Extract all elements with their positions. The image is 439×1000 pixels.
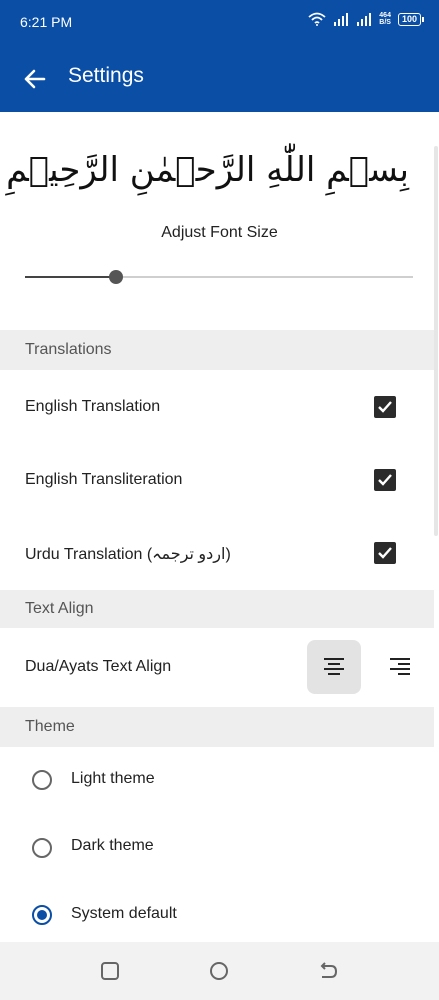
dark-theme-label: Dark theme [71, 837, 154, 854]
circle-icon [210, 962, 228, 980]
slider-fill [25, 276, 117, 278]
text-align-header: Text Align [0, 590, 434, 628]
theme-header: Theme [0, 707, 434, 747]
signal-icon [357, 13, 372, 26]
font-size-label: Adjust Font Size [161, 224, 278, 241]
english-transliteration-checkbox[interactable] [374, 469, 396, 491]
signal-icon [334, 13, 349, 26]
network-speed-unit: B/S [379, 19, 391, 26]
align-center-icon [324, 658, 344, 675]
text-align-label: Dua/Ayats Text Align [25, 658, 172, 675]
translations-header: Translations [0, 330, 434, 370]
align-center-button[interactable] [307, 640, 361, 694]
back-button[interactable] [18, 62, 52, 96]
urdu-translation-label: Urdu Translation (اردو ترجمہ) [25, 546, 231, 563]
arabic-preview-text: بِسۡمِ اللّٰهِ الرَّحۡمٰنِ الرَّحِيۡمِ [6, 150, 409, 190]
recents-button[interactable] [99, 960, 121, 982]
square-icon [101, 962, 119, 980]
page-title: Settings [68, 64, 144, 87]
status-time: 6:21 PM [20, 14, 73, 30]
status-bar: 6:21 PM 464 B/S 100 [0, 0, 439, 44]
system-default-radio[interactable] [32, 905, 52, 925]
english-translation-label: English Translation [25, 398, 161, 415]
font-size-slider[interactable] [25, 268, 413, 286]
app-bar: Settings [0, 44, 439, 112]
network-speed: 464 B/S [379, 12, 391, 26]
english-translation-checkbox[interactable] [374, 396, 396, 418]
english-transliteration-row[interactable]: English Transliteration [0, 460, 434, 500]
battery-icon: 100 [397, 12, 425, 26]
english-translation-row[interactable]: English Translation [0, 387, 434, 427]
align-right-button[interactable] [373, 640, 427, 694]
check-icon [378, 474, 392, 486]
system-default-label: System default [71, 905, 177, 922]
status-icons: 464 B/S 100 [308, 12, 425, 26]
urdu-translation-checkbox[interactable] [374, 542, 396, 564]
check-icon [378, 547, 392, 559]
light-theme-radio[interactable] [32, 770, 52, 790]
align-right-icon [390, 658, 410, 675]
back-arrow-icon [320, 962, 338, 978]
english-transliteration-label: English Transliteration [25, 471, 183, 488]
arrow-left-icon [24, 69, 46, 89]
scrollbar[interactable] [434, 146, 438, 536]
back-nav-button[interactable] [317, 960, 339, 982]
system-nav-bar [0, 942, 439, 1000]
network-speed-value: 464 [379, 12, 391, 19]
urdu-translation-row[interactable]: Urdu Translation (اردو ترجمہ) [0, 533, 434, 573]
check-icon [378, 401, 392, 413]
wifi-icon [308, 12, 326, 26]
dark-theme-radio[interactable] [32, 838, 52, 858]
light-theme-label: Light theme [71, 770, 155, 787]
slider-thumb[interactable] [109, 270, 124, 284]
battery-level: 100 [401, 13, 417, 24]
home-button[interactable] [208, 960, 230, 982]
